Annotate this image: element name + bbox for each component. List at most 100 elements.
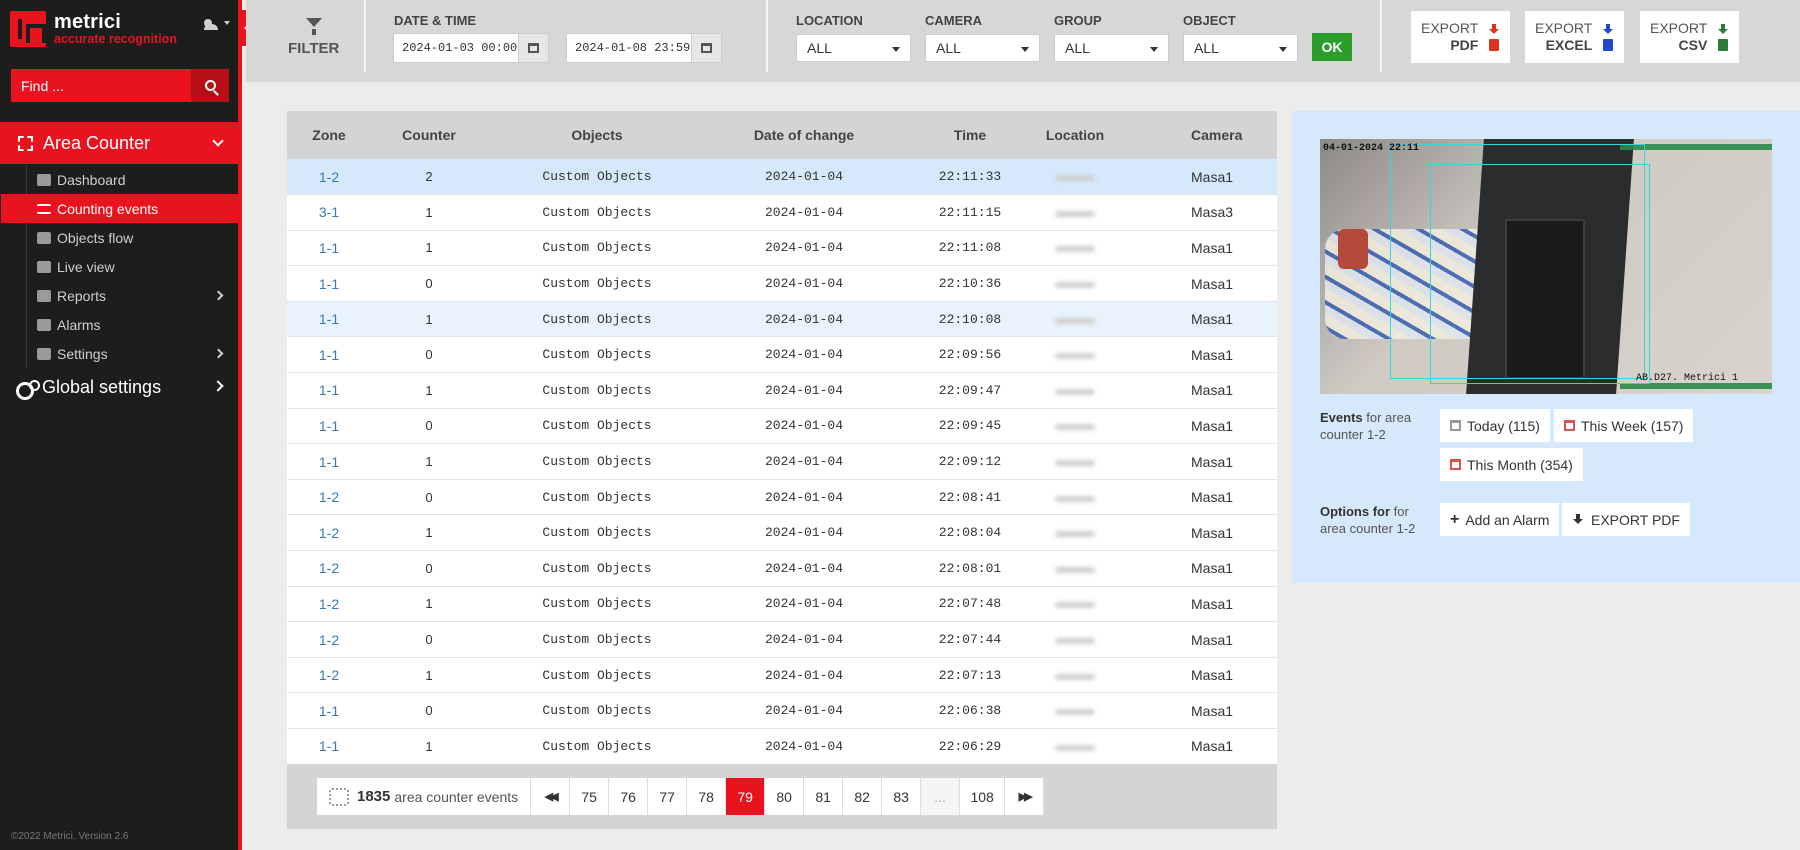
cell-zone[interactable]: 1-1 <box>287 301 371 337</box>
sidebar-item-dashboard[interactable]: Dashboard <box>27 165 238 194</box>
table-row[interactable]: 1-2 0 Custom Objects 2024-01-04 22:08:01 Masa… <box>287 550 1277 587</box>
table-row[interactable]: 1-1 1 Custom Objects 2024-01-04 22:09:12 Masa… <box>287 443 1277 480</box>
cell-counter: 1 <box>425 311 433 327</box>
cell-zone[interactable]: 1-2 <box>287 159 371 195</box>
table-row[interactable]: 1-1 1 Custom Objects 2024-01-04 22:06:29 Masa… <box>287 728 1277 765</box>
page-button[interactable]: 82 <box>843 778 883 815</box>
cell-zone[interactable]: 1-2 <box>287 479 371 515</box>
table-row[interactable]: 1-2 1 Custom Objects 2024-01-04 22:08:04 Masa… <box>287 514 1277 551</box>
table-row[interactable]: 1-2 2 Custom Objects 2024-01-04 22:11:33 Masa… <box>287 159 1277 195</box>
add-alarm-button[interactable]: + Add an Alarm <box>1440 503 1560 536</box>
week-events-button[interactable]: This Week (157) <box>1554 409 1694 442</box>
cell-zone[interactable]: 1-1 <box>287 408 371 444</box>
cell-zone[interactable]: 1-1 <box>287 693 371 729</box>
cell-zone[interactable]: 1-1 <box>287 337 371 373</box>
cell-zone[interactable]: 1-1 <box>287 373 371 409</box>
cell-objects: Custom Objects <box>542 418 652 434</box>
cell-zone[interactable]: 1-2 <box>287 657 371 693</box>
sidebar-item-counting-events[interactable]: Counting events <box>1 194 239 223</box>
cell-zone[interactable]: 1-1 <box>287 729 371 765</box>
calendar-icon <box>1450 420 1461 431</box>
cell-zone[interactable]: 1-2 <box>287 586 371 622</box>
date-from-calendar-button[interactable] <box>518 34 548 62</box>
date-to-input[interactable] <box>567 34 691 62</box>
col-date[interactable]: Date of change <box>707 111 901 159</box>
nav-area-counter[interactable]: Area Counter <box>0 122 238 164</box>
sidebar-item-live-view[interactable]: Live view <box>27 252 238 281</box>
export-pdf-button[interactable]: EXPORT PDF <box>1411 11 1511 63</box>
cell-zone[interactable]: 1-2 <box>287 622 371 658</box>
cell-objects: Custom Objects <box>542 703 652 719</box>
footer-version: ©2022 Metrici. Version 2.6 <box>11 831 129 842</box>
table-row[interactable]: 1-1 1 Custom Objects 2024-01-04 22:11:08 Masa… <box>287 230 1277 266</box>
page-button[interactable]: 79 <box>726 778 766 815</box>
camera-select[interactable]: ALL <box>925 34 1040 62</box>
col-camera[interactable]: Camera <box>1111 111 1277 159</box>
search-button[interactable] <box>191 69 229 102</box>
page-button[interactable]: 78 <box>687 778 727 815</box>
page-button[interactable]: 77 <box>648 778 688 815</box>
location-label: LOCATION <box>796 13 863 28</box>
table-row[interactable]: 1-2 1 Custom Objects 2024-01-04 22:07:48 Masa… <box>287 586 1277 622</box>
page-button[interactable]: 80 <box>765 778 805 815</box>
calendar-icon <box>1564 420 1575 431</box>
export-csv-button[interactable]: EXPORT CSV <box>1640 11 1740 63</box>
cell-zone[interactable]: 1-2 <box>287 551 371 587</box>
date-to-calendar-button[interactable] <box>691 34 721 62</box>
cell-counter: 0 <box>425 632 433 648</box>
cell-zone[interactable]: 1-1 <box>287 230 371 266</box>
sidebar-item-alarms[interactable]: Alarms <box>27 310 238 339</box>
object-select[interactable]: ALL <box>1183 34 1298 62</box>
table-row[interactable]: 1-1 0 Custom Objects 2024-01-04 22:10:36 Masa… <box>287 265 1277 302</box>
cell-counter: 1 <box>425 240 433 256</box>
col-objects[interactable]: Objects <box>487 111 707 159</box>
sidebar-item-settings[interactable]: Settings <box>27 339 238 368</box>
sidebar-item-reports[interactable]: Reports <box>27 281 238 310</box>
cell-date: 2024-01-04 <box>764 276 843 292</box>
page-button[interactable]: 108 <box>960 778 1006 815</box>
brand-logo[interactable]: metrici accurate recognition <box>10 11 177 47</box>
cell-zone[interactable]: 1-2 <box>287 515 371 551</box>
table-row[interactable]: 1-2 1 Custom Objects 2024-01-04 22:07:13 Masa… <box>287 657 1277 693</box>
table-row[interactable]: 1-1 0 Custom Objects 2024-01-04 22:06:38 Masa… <box>287 692 1277 729</box>
search-input[interactable] <box>11 69 191 102</box>
panel-export-pdf-button[interactable]: EXPORT PDF <box>1562 503 1690 536</box>
table-row[interactable]: 1-2 0 Custom Objects 2024-01-04 22:07:44 Masa… <box>287 621 1277 658</box>
table-row[interactable]: 3-1 1 Custom Objects 2024-01-04 22:11:15 Masa… <box>287 194 1277 231</box>
table-row[interactable]: 1-1 0 Custom Objects 2024-01-04 22:09:45 Masa… <box>287 408 1277 444</box>
export-excel-button[interactable]: EXPORT EXCEL <box>1525 11 1625 63</box>
nav-global-settings[interactable]: Global settings <box>16 377 238 400</box>
sidebar-item-objects-flow[interactable]: Objects flow <box>27 223 238 252</box>
page-button[interactable]: 76 <box>609 778 649 815</box>
col-time[interactable]: Time <box>901 111 1039 159</box>
col-zone[interactable]: Zone <box>287 111 371 159</box>
table-row[interactable]: 1-1 1 Custom Objects 2024-01-04 22:09:47 Masa… <box>287 372 1277 409</box>
filter-toggle[interactable]: FILTER <box>288 18 339 57</box>
page-button[interactable]: 75 <box>570 778 610 815</box>
cell-counter: 0 <box>425 276 433 292</box>
cell-zone[interactable]: 1-1 <box>287 266 371 302</box>
page-first-button[interactable]: ◀◀ <box>531 778 571 815</box>
cell-zone[interactable]: 1-1 <box>287 444 371 480</box>
cell-date: 2024-01-04 <box>764 311 843 327</box>
cell-counter: 1 <box>425 454 433 470</box>
today-events-button[interactable]: Today (115) <box>1440 409 1550 442</box>
table-row[interactable]: 1-2 0 Custom Objects 2024-01-04 22:08:41 Masa… <box>287 479 1277 515</box>
user-menu-button[interactable] <box>204 16 230 30</box>
cell-zone[interactable]: 3-1 <box>287 195 371 231</box>
month-events-button[interactable]: This Month (354) <box>1440 448 1583 481</box>
col-location[interactable]: Location <box>1039 111 1111 159</box>
redacted-location <box>1055 460 1095 467</box>
date-from-input[interactable] <box>394 34 518 62</box>
col-counter[interactable]: Counter <box>371 111 487 159</box>
page-button[interactable]: 81 <box>804 778 844 815</box>
table-row[interactable]: 1-1 0 Custom Objects 2024-01-04 22:09:56 Masa… <box>287 336 1277 373</box>
location-select[interactable]: ALL <box>796 34 911 62</box>
apply-filter-button[interactable]: OK <box>1312 33 1352 61</box>
cell-location <box>1039 693 1111 729</box>
table-row[interactable]: 1-1 1 Custom Objects 2024-01-04 22:10:08 Masa… <box>287 301 1277 337</box>
group-select[interactable]: ALL <box>1054 34 1169 62</box>
page-button[interactable]: 83 <box>882 778 922 815</box>
cell-camera: Masa1 <box>1191 667 1234 684</box>
page-last-button[interactable]: ▶▶ <box>1005 778 1045 815</box>
